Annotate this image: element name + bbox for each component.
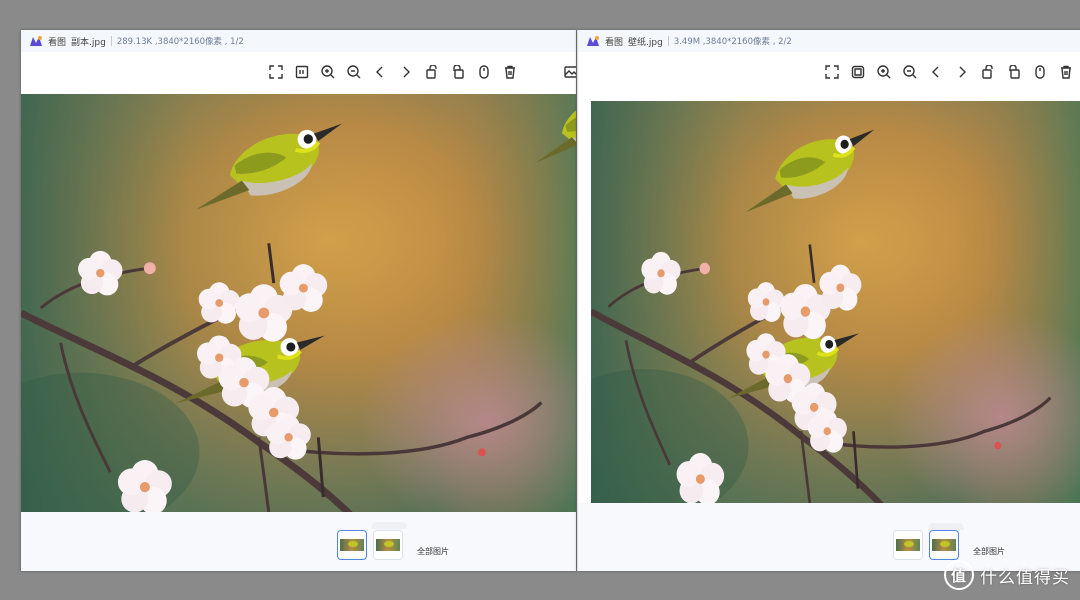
thumbnail-1[interactable]: [337, 530, 367, 560]
file-name: 副本.jpg: [71, 37, 106, 48]
rotate-left-icon[interactable]: [424, 64, 440, 80]
delete-icon[interactable]: [502, 64, 518, 80]
thumbnail-2[interactable]: [373, 530, 403, 560]
all-images-link[interactable]: 全部图片: [417, 546, 449, 557]
thumbnail-1[interactable]: [893, 530, 923, 560]
next-icon[interactable]: [954, 64, 970, 80]
fit-window-icon[interactable]: [850, 64, 866, 80]
fullscreen-icon[interactable]: [824, 64, 840, 80]
fullscreen-icon[interactable]: [268, 64, 284, 80]
main-image[interactable]: [591, 101, 1080, 503]
file-info: 3.49M ,3840*2160像素 , 2/2: [673, 37, 792, 47]
zoom-in-icon[interactable]: [876, 64, 892, 80]
title-divider: [667, 36, 669, 46]
thumbnail-strip: 全部图片: [21, 512, 576, 571]
previous-icon[interactable]: [928, 64, 944, 80]
rotate-right-icon[interactable]: [450, 64, 466, 80]
thumbnail-2[interactable]: [929, 530, 959, 560]
zoom-out-icon[interactable]: [902, 64, 918, 80]
mouse-icon[interactable]: [1032, 64, 1048, 80]
file-info: 289.13K ,3840*2160像素 , 1/2: [116, 37, 244, 47]
right-image-viewer-window: 看图 壁纸.jpg 3.49M ,3840*2160像素 , 2/2 全部图片: [577, 30, 1080, 571]
mouse-icon[interactable]: [476, 64, 492, 80]
zoom-in-icon[interactable]: [320, 64, 336, 80]
app-name: 看图: [48, 37, 67, 48]
app-logo-icon: [587, 36, 599, 46]
left-image-viewer-window: 看图 副本.jpg 289.13K ,3840*2160像素 , 1/2 全部图…: [21, 30, 576, 571]
main-image[interactable]: [21, 94, 576, 512]
rotate-right-icon[interactable]: [1006, 64, 1022, 80]
app-name: 看图: [605, 37, 624, 48]
delete-icon[interactable]: [1058, 64, 1074, 80]
previous-icon[interactable]: [372, 64, 388, 80]
title-bar: 看图 壁纸.jpg 3.49M ,3840*2160像素 , 2/2: [578, 30, 1080, 52]
watermark-logo-icon: 值: [944, 560, 974, 590]
title-divider: [110, 36, 112, 46]
rotate-left-icon[interactable]: [980, 64, 996, 80]
watermark-text: 什么值得买: [980, 567, 1070, 588]
thumbnail-tab: [928, 523, 964, 530]
title-bar: 看图 副本.jpg 289.13K ,3840*2160像素 , 1/2: [21, 30, 576, 52]
zoom-out-icon[interactable]: [346, 64, 362, 80]
next-icon[interactable]: [398, 64, 414, 80]
toolbar: [21, 52, 576, 95]
file-name: 壁纸.jpg: [628, 37, 663, 48]
all-images-link[interactable]: 全部图片: [973, 546, 1005, 557]
toolbar: [578, 52, 1080, 95]
image-icon[interactable]: [563, 64, 576, 80]
site-watermark: 值 什么值得买: [944, 560, 1070, 590]
app-logo-icon: [30, 36, 42, 46]
original-size-icon[interactable]: [294, 64, 310, 80]
thumbnail-tab: [371, 522, 407, 529]
